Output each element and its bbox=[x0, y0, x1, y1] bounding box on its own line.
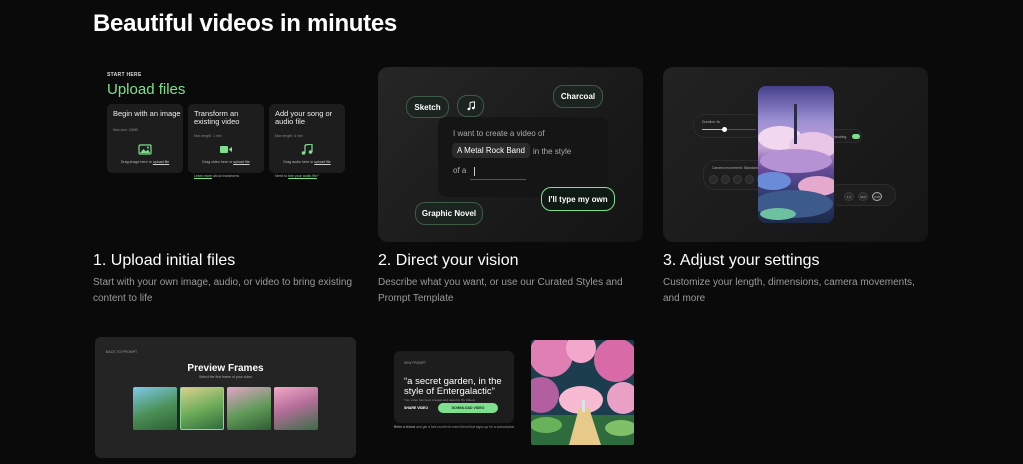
drop-hint: Drag video here or upload file bbox=[202, 160, 250, 164]
upload-file-link[interactable]: upload file bbox=[314, 160, 330, 164]
start-here-label: START HERE bbox=[107, 72, 142, 78]
prompt-line-1: I want to create a video of bbox=[453, 129, 545, 138]
landscape-illustration bbox=[758, 104, 834, 220]
duration-slider-handle[interactable] bbox=[722, 127, 727, 132]
card-title: Transform an existing video bbox=[194, 109, 240, 126]
adjust-settings-panel: Duration 4s Camera movement: Standard Up… bbox=[663, 67, 928, 242]
prompt-quote: “a secret garden, in the style of Enterg… bbox=[404, 376, 502, 397]
ratio-button-selected[interactable]: 9:16 bbox=[872, 192, 882, 201]
camera-button[interactable] bbox=[733, 175, 742, 184]
phone-preview bbox=[758, 86, 834, 223]
camera-button[interactable] bbox=[745, 175, 754, 184]
step3-caption-title: 3. Adjust your settings bbox=[663, 252, 820, 269]
video-created-card: NEW PROMPT “a secret garden, in the styl… bbox=[394, 351, 515, 429]
trim-audio-link[interactable]: trim your audio file bbox=[288, 174, 317, 178]
refer-friend-text: Refer a friend and get a free month for … bbox=[394, 425, 516, 429]
step1-caption-desc: Start with your own image, audio, or vid… bbox=[93, 277, 353, 304]
style-chip-graphic-novel[interactable]: Graphic Novel bbox=[415, 202, 483, 225]
drop-hint: Drag audio here or upload file bbox=[283, 160, 331, 164]
learn-more-link[interactable]: Learn more bbox=[194, 174, 212, 178]
duration-fill bbox=[702, 129, 724, 130]
card-subtitle: Max length: 1 min bbox=[194, 134, 222, 138]
camera-button[interactable] bbox=[721, 175, 730, 184]
card-title: Add your song or audio file bbox=[275, 109, 333, 126]
ratio-buttons: 1:1 16:9 9:16 bbox=[844, 192, 882, 201]
step1-caption-title: 1. Upload initial files bbox=[93, 252, 236, 269]
image-icon bbox=[138, 144, 152, 155]
upscaling-toggle[interactable] bbox=[852, 134, 860, 139]
upload-image-card[interactable]: Begin with an image Max size: 20MB Drag … bbox=[107, 104, 183, 173]
back-to-prompt-link[interactable]: BACK TO PROMPT bbox=[106, 350, 137, 354]
direct-vision-panel: I want to create a video of A Metal Rock… bbox=[378, 67, 643, 242]
garden-artwork bbox=[531, 340, 634, 445]
card-subtitle: Max size: 20MB bbox=[113, 128, 138, 132]
music-note-chip[interactable] bbox=[457, 95, 484, 117]
learn-more-text: Learn more about transforms bbox=[194, 174, 240, 178]
camera-label: Camera movement: Standard bbox=[712, 166, 758, 170]
frame-thumbnail[interactable] bbox=[133, 387, 177, 430]
upload-audio-card[interactable]: Add your song or audio file Max length: … bbox=[269, 104, 345, 173]
step2-caption-title: 2. Direct your vision bbox=[378, 252, 519, 269]
video-icon bbox=[220, 146, 232, 153]
text-cursor bbox=[474, 167, 475, 176]
share-video-button[interactable]: SHARE VIDEO bbox=[404, 406, 428, 410]
new-prompt-link[interactable]: NEW PROMPT bbox=[404, 361, 426, 365]
frame-thumbnail[interactable] bbox=[274, 387, 318, 430]
upload-files-title: Upload files bbox=[107, 81, 186, 98]
card-title: Begin with an image bbox=[113, 109, 181, 118]
preview-frames-panel: BACK TO PROMPT Preview Frames Select the… bbox=[95, 337, 356, 458]
style-input-underline bbox=[470, 179, 526, 180]
upload-files-panel: START HERE Upload files Begin with an im… bbox=[93, 67, 358, 242]
card-subtitle: Max length: 4 min bbox=[275, 134, 303, 138]
preview-subtitle: Select the first frame of your video bbox=[198, 375, 253, 379]
style-chip-charcoal[interactable]: Charcoal bbox=[553, 85, 603, 108]
refer-friend-link[interactable]: Refer a friend bbox=[394, 425, 415, 429]
step3-caption-desc: Customize your length, dimensions, camer… bbox=[663, 277, 915, 304]
page-headline: Beautiful videos in minutes bbox=[93, 10, 397, 37]
camera-button[interactable] bbox=[709, 175, 718, 184]
music-note-icon bbox=[467, 101, 475, 111]
upload-file-link[interactable]: upload file bbox=[153, 160, 169, 164]
frame-thumbnail[interactable] bbox=[227, 387, 271, 430]
secret-garden-illustration bbox=[531, 340, 634, 445]
type-own-chip[interactable]: I'll type my own bbox=[541, 187, 615, 211]
ratio-button[interactable]: 16:9 bbox=[858, 192, 868, 201]
prompt-line-3: of a bbox=[453, 166, 467, 175]
music-note-icon bbox=[301, 144, 313, 155]
duration-label: Duration 4s bbox=[702, 120, 720, 124]
drop-hint: Drag image here or upload file bbox=[120, 160, 170, 164]
download-video-button[interactable]: DOWNLOAD VIDEO bbox=[438, 403, 498, 413]
style-chip-sketch[interactable]: Sketch bbox=[406, 96, 449, 118]
upload-file-link[interactable]: upload file bbox=[233, 160, 249, 164]
aspect-ratio-control[interactable]: 1:1 16:9 9:16 bbox=[828, 184, 896, 206]
upload-video-card[interactable]: Transform an existing video Max length: … bbox=[188, 104, 264, 173]
saved-note: Your video has been created and saved to… bbox=[404, 398, 475, 402]
step2-caption-desc: Describe what you want, or use our Curat… bbox=[378, 277, 623, 304]
trim-audio-text: Need to trim your audio file? bbox=[275, 174, 319, 178]
prompt-line-2: in the style bbox=[533, 147, 572, 156]
ratio-button[interactable]: 1:1 bbox=[844, 192, 854, 201]
duration-control[interactable]: Duration 4s bbox=[693, 114, 763, 138]
frame-thumbnail-selected[interactable] bbox=[180, 387, 224, 430]
prompt-subject-field[interactable]: A Metal Rock Band bbox=[452, 143, 530, 158]
preview-title: Preview Frames bbox=[187, 363, 264, 374]
